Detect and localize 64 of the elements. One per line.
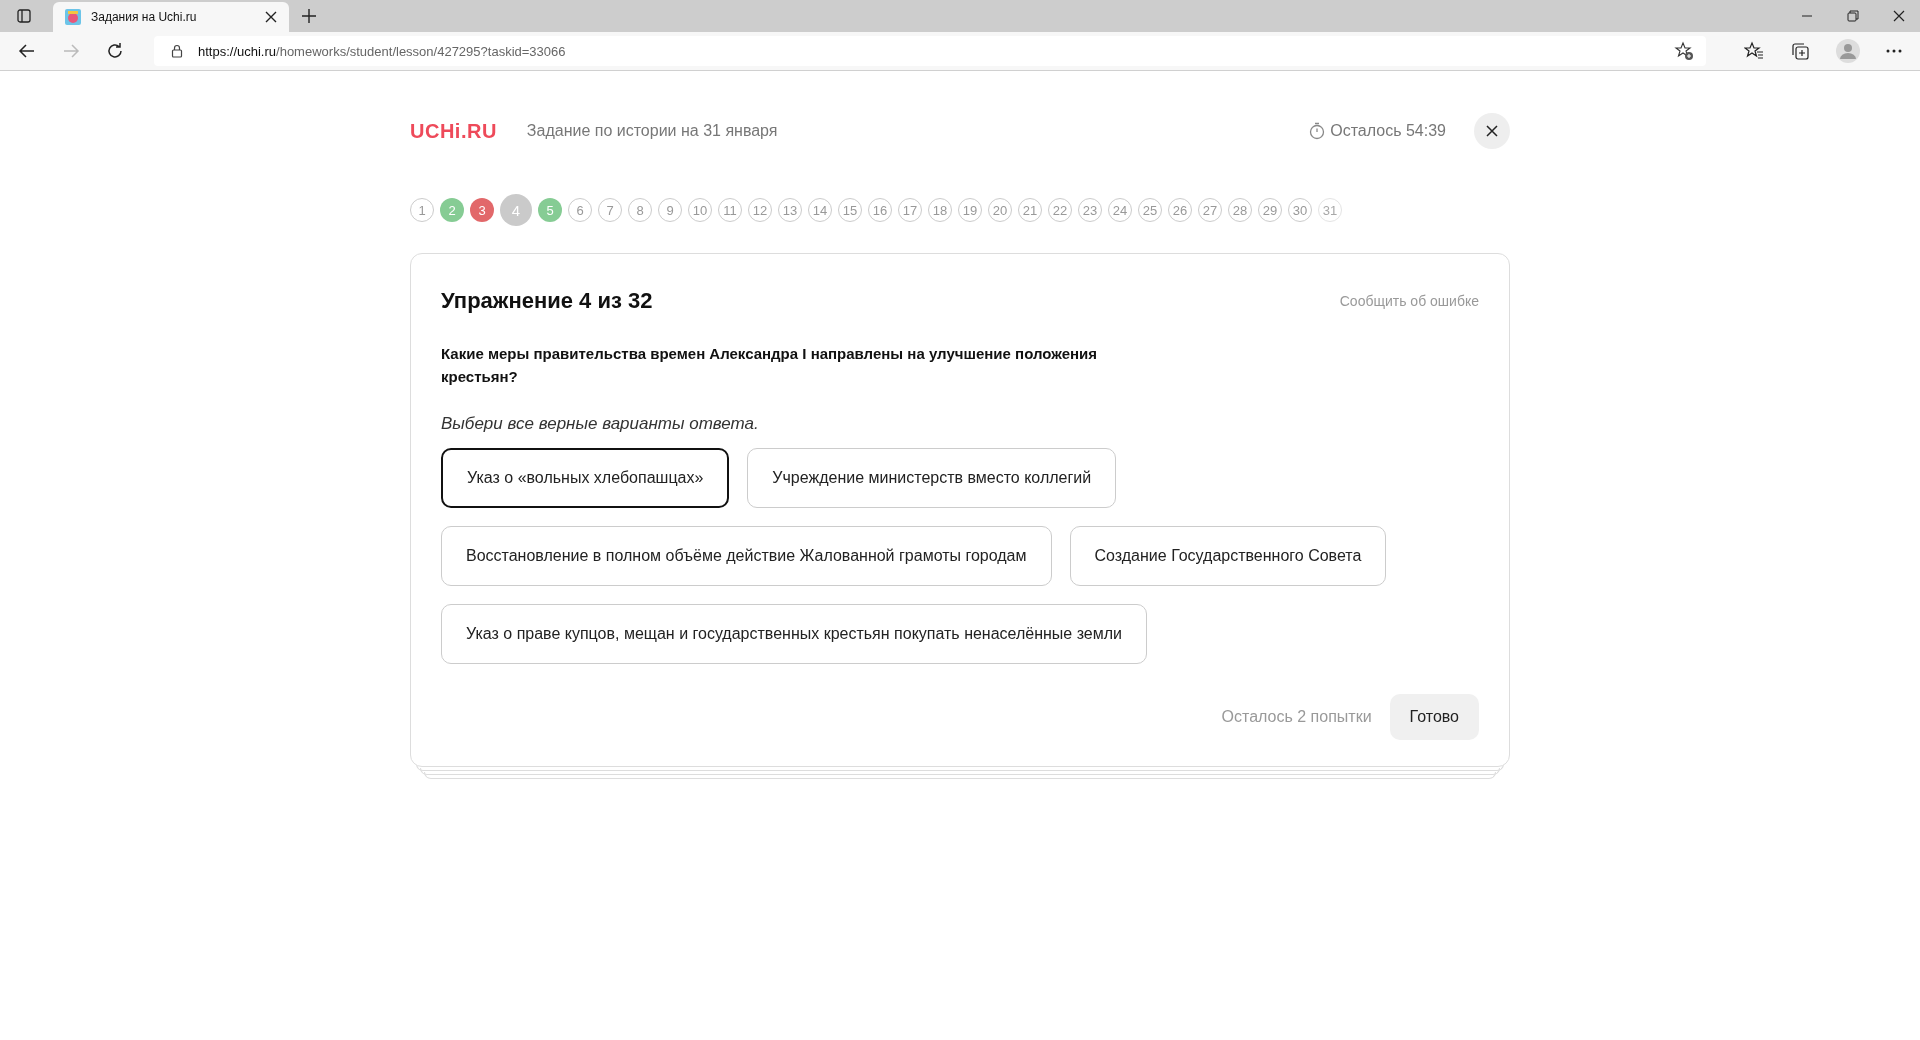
task-number-button[interactable]: 28 <box>1228 198 1252 222</box>
star-plus-icon[interactable] <box>1674 41 1694 61</box>
task-number-button[interactable]: 23 <box>1078 198 1102 222</box>
task-number-button[interactable]: 7 <box>598 198 622 222</box>
task-number-button[interactable]: 21 <box>1018 198 1042 222</box>
reload-icon[interactable] <box>106 42 124 60</box>
tab-actions-icon[interactable] <box>16 8 32 24</box>
answer-option[interactable]: Указ о «вольных хлебопашцах» <box>441 448 730 508</box>
url-text: https://uchi.ru/homeworks/student/lesson/427295?taskid=33066 <box>198 43 567 59</box>
address-bar[interactable]: https://uchi.ru/homeworks/student/lesson/427295?taskid=33066 <box>154 36 1706 66</box>
task-number-button[interactable]: 31 <box>1318 198 1342 222</box>
submit-button[interactable]: Готово <box>1389 694 1479 740</box>
assignment-title: Задание по истории на 31 января <box>526 122 778 140</box>
task-number-button[interactable]: 18 <box>928 198 952 222</box>
answer-option[interactable]: Восстановление в полном объёме действие Жалованной грамоты городам <box>441 526 1052 586</box>
task-number-button[interactable]: 1 <box>410 198 434 222</box>
task-number-button[interactable]: 9 <box>658 198 682 222</box>
stopwatch-icon <box>1309 122 1326 140</box>
more-icon[interactable] <box>1886 49 1902 53</box>
task-number-button[interactable]: 5 <box>538 198 562 222</box>
profile-avatar-icon[interactable] <box>1836 39 1860 63</box>
task-number-button[interactable]: 13 <box>778 198 802 222</box>
lock-icon <box>170 44 184 58</box>
task-number-button[interactable]: 26 <box>1168 198 1192 222</box>
site-logo[interactable]: UCHi.RU <box>410 119 497 143</box>
task-number-button[interactable]: 15 <box>838 198 862 222</box>
task-number-button[interactable]: 17 <box>898 198 922 222</box>
exercise-title: Упражнение 4 из 32 <box>441 288 653 314</box>
task-number-button[interactable]: 27 <box>1198 198 1222 222</box>
attempts-text: Осталось 2 попытки <box>1221 708 1372 726</box>
new-tab-icon[interactable] <box>301 8 317 24</box>
close-icon[interactable] <box>265 11 277 23</box>
report-error-link[interactable]: Сообщить об ошибке <box>1339 293 1479 309</box>
back-arrow-icon[interactable] <box>18 42 36 60</box>
close-button[interactable] <box>1474 113 1510 149</box>
answer-option[interactable]: Создание Государственного Совета <box>1069 526 1387 586</box>
task-number-button[interactable]: 12 <box>748 198 772 222</box>
task-number-button[interactable]: 19 <box>958 198 982 222</box>
restore-icon[interactable] <box>1847 10 1859 22</box>
task-number-button[interactable]: 6 <box>568 198 592 222</box>
instruction-text: Выбери все верные варианты ответа. <box>441 414 760 434</box>
close-icon <box>1486 125 1498 137</box>
task-number-button[interactable]: 24 <box>1108 198 1132 222</box>
timer-text: Осталось 54:39 <box>1330 122 1446 140</box>
task-number-button[interactable]: 11 <box>718 198 742 222</box>
answer-option[interactable]: Указ о праве купцов, мещан и государственных крестьян покупать ненаселённые земли <box>441 604 1148 664</box>
task-number-button[interactable]: 16 <box>868 198 892 222</box>
question-text: Какие меры правительства времен Александра I направлены на улучшение положения крестьян? <box>441 344 1099 387</box>
task-number-button[interactable]: 8 <box>628 198 652 222</box>
answer-option[interactable]: Учреждение министерств вместо коллегий <box>747 448 1117 508</box>
task-number-button[interactable]: 25 <box>1138 198 1162 222</box>
task-number-button[interactable]: 14 <box>808 198 832 222</box>
favorites-list-icon[interactable] <box>1744 41 1764 61</box>
task-number-button[interactable]: 10 <box>688 198 712 222</box>
task-number-button[interactable]: 30 <box>1288 198 1312 222</box>
close-window-icon[interactable] <box>1893 10 1905 22</box>
task-number-button[interactable]: 20 <box>988 198 1012 222</box>
task-number-button[interactable]: 2 <box>440 198 464 222</box>
task-number-button[interactable]: 3 <box>470 198 494 222</box>
task-number-button[interactable]: 29 <box>1258 198 1282 222</box>
task-number-button[interactable]: 22 <box>1048 198 1072 222</box>
site-favicon-icon <box>65 9 81 25</box>
collections-icon[interactable] <box>1790 41 1810 61</box>
browser-tab[interactable]: Задания на Uchi.ru <box>53 2 289 32</box>
